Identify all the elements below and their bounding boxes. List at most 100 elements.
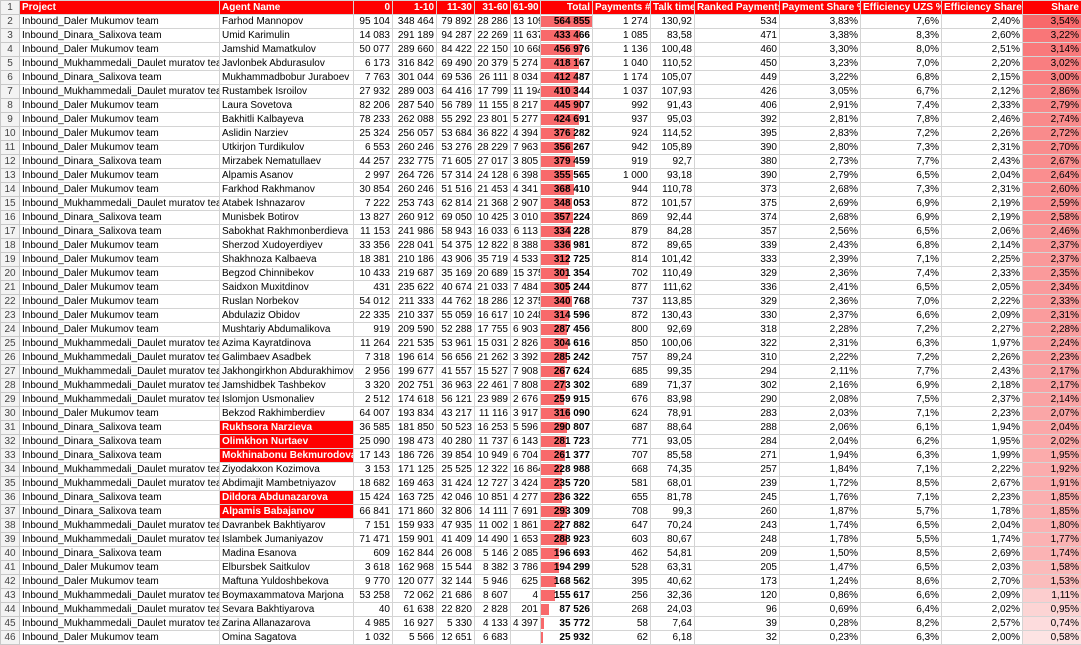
cell-total[interactable]: 290 807 xyxy=(541,421,593,435)
cell-value[interactable]: 2,03% xyxy=(780,407,861,421)
row-number[interactable]: 38 xyxy=(1,519,20,533)
cell-value[interactable]: 56 121 xyxy=(437,393,475,407)
cell-value[interactable]: 13 109 xyxy=(511,15,541,29)
cell-value[interactable]: 256 xyxy=(593,589,651,603)
row-number[interactable]: 43 xyxy=(1,589,20,603)
cell-value[interactable]: 6,18 xyxy=(651,631,695,645)
cell-total[interactable]: 35 772 xyxy=(541,617,593,631)
cell-agent-name[interactable]: Islomjon Usmonaliev xyxy=(220,393,354,407)
cell-value[interactable]: 2,31% xyxy=(780,337,861,351)
cell-share[interactable]: 2,64% xyxy=(1023,169,1081,183)
cell-value[interactable]: 2,43% xyxy=(780,239,861,253)
cell-value[interactable]: 210 186 xyxy=(393,253,437,267)
column-header[interactable]: Payments # xyxy=(593,1,651,15)
cell-value[interactable]: 84 422 xyxy=(437,43,475,57)
cell-value[interactable]: 1 174 xyxy=(593,71,651,85)
cell-project[interactable]: Inbound_Mukhammedali_Daulet muratov team xyxy=(20,393,220,407)
cell-value[interactable]: 14 490 xyxy=(475,533,511,547)
cell-value[interactable]: 339 xyxy=(695,239,780,253)
cell-share[interactable]: 2,79% xyxy=(1023,99,1081,113)
cell-value[interactable]: 1 136 xyxy=(593,43,651,57)
cell-agent-name[interactable]: Jamshid Mamatkulov xyxy=(220,43,354,57)
cell-value[interactable]: 72 062 xyxy=(393,589,437,603)
cell-value[interactable]: 110,49 xyxy=(651,267,695,281)
cell-agent-name[interactable]: Olimkhon Nurtaev xyxy=(220,435,354,449)
cell-value[interactable]: 196 614 xyxy=(393,351,437,365)
cell-value[interactable]: 64 007 xyxy=(354,407,393,421)
cell-value[interactable]: 1,84% xyxy=(780,463,861,477)
cell-share[interactable]: 2,35% xyxy=(1023,267,1081,281)
cell-value[interactable]: 3,22% xyxy=(780,71,861,85)
cell-value[interactable]: 186 726 xyxy=(393,449,437,463)
cell-value[interactable]: 80,67 xyxy=(651,533,695,547)
cell-value[interactable]: 16 864 xyxy=(511,463,541,477)
cell-value[interactable]: 55 292 xyxy=(437,113,475,127)
cell-value[interactable]: 6,1% xyxy=(861,421,942,435)
cell-total[interactable]: 456 976 xyxy=(541,43,593,57)
cell-project[interactable]: Inbound_Daler Mukumov team xyxy=(20,183,220,197)
cell-value[interactable]: 64 416 xyxy=(437,85,475,99)
row-number[interactable]: 16 xyxy=(1,211,20,225)
cell-value[interactable]: 7,2% xyxy=(861,127,942,141)
row-number[interactable]: 29 xyxy=(1,393,20,407)
cell-share[interactable]: 1,74% xyxy=(1023,547,1081,561)
cell-value[interactable]: 20 689 xyxy=(475,267,511,281)
cell-value[interactable]: 120 077 xyxy=(393,575,437,589)
cell-total[interactable]: 376 282 xyxy=(541,127,593,141)
cell-total[interactable]: 312 725 xyxy=(541,253,593,267)
cell-value[interactable]: 1,78% xyxy=(942,505,1023,519)
cell-value[interactable]: 7,4% xyxy=(861,99,942,113)
cell-value[interactable]: 239 xyxy=(695,477,780,491)
cell-value[interactable]: 35 169 xyxy=(437,267,475,281)
cell-value[interactable]: 2,04% xyxy=(780,435,861,449)
cell-value[interactable]: 162 968 xyxy=(393,561,437,575)
cell-project[interactable]: Inbound_Daler Mukumov team xyxy=(20,575,220,589)
cell-value[interactable]: 8,6% xyxy=(861,575,942,589)
cell-value[interactable]: 205 xyxy=(695,561,780,575)
cell-value[interactable]: 6,5% xyxy=(861,519,942,533)
cell-value[interactable]: 2,51% xyxy=(942,43,1023,57)
cell-value[interactable]: 245 xyxy=(695,491,780,505)
cell-value[interactable]: 944 xyxy=(593,183,651,197)
cell-value[interactable]: 12 651 xyxy=(437,631,475,645)
cell-value[interactable]: 16 253 xyxy=(475,421,511,435)
cell-value[interactable]: 289 660 xyxy=(393,43,437,57)
cell-value[interactable]: 159 901 xyxy=(393,533,437,547)
cell-value[interactable]: 40 674 xyxy=(437,281,475,295)
cell-value[interactable]: 66 841 xyxy=(354,505,393,519)
cell-value[interactable]: 6 143 xyxy=(511,435,541,449)
cell-total[interactable]: 334 228 xyxy=(541,225,593,239)
cell-value[interactable]: 53 961 xyxy=(437,337,475,351)
cell-value[interactable]: 235 622 xyxy=(393,281,437,295)
cell-value[interactable]: 53 684 xyxy=(437,127,475,141)
cell-value[interactable]: 3,23% xyxy=(780,57,861,71)
cell-value[interactable]: 110,52 xyxy=(651,57,695,71)
cell-value[interactable]: 2,57% xyxy=(942,617,1023,631)
cell-value[interactable]: 260 xyxy=(695,505,780,519)
cell-project[interactable]: Inbound_Dinara_Salixova team xyxy=(20,435,220,449)
cell-value[interactable]: 757 xyxy=(593,351,651,365)
cell-value[interactable]: 264 726 xyxy=(393,169,437,183)
cell-value[interactable]: 50 523 xyxy=(437,421,475,435)
cell-value[interactable]: 655 xyxy=(593,491,651,505)
cell-share[interactable]: 2,74% xyxy=(1023,113,1081,127)
cell-value[interactable]: 0,69% xyxy=(780,603,861,617)
cell-value[interactable]: 25 324 xyxy=(354,127,393,141)
cell-value[interactable]: 18 682 xyxy=(354,477,393,491)
cell-value[interactable]: 2 956 xyxy=(354,365,393,379)
cell-share[interactable]: 2,17% xyxy=(1023,365,1081,379)
cell-value[interactable]: 6,6% xyxy=(861,589,942,603)
cell-value[interactable]: 2,22% xyxy=(780,351,861,365)
row-number[interactable]: 10 xyxy=(1,127,20,141)
cell-value[interactable]: 111,62 xyxy=(651,281,695,295)
cell-project[interactable]: Inbound_Dinara_Salixova team xyxy=(20,71,220,85)
cell-agent-name[interactable]: Rustambek Isroilov xyxy=(220,85,354,99)
cell-agent-name[interactable]: Jamshidbek Tashbekov xyxy=(220,379,354,393)
cell-value[interactable]: 271 xyxy=(695,449,780,463)
column-header[interactable]: 61-90 xyxy=(511,1,541,15)
cell-value[interactable]: 687 xyxy=(593,421,651,435)
cell-value[interactable]: 11 002 xyxy=(475,519,511,533)
cell-value[interactable]: 8 034 xyxy=(511,71,541,85)
cell-agent-name[interactable]: Umid Karimulin xyxy=(220,29,354,43)
cell-share[interactable]: 1,85% xyxy=(1023,505,1081,519)
